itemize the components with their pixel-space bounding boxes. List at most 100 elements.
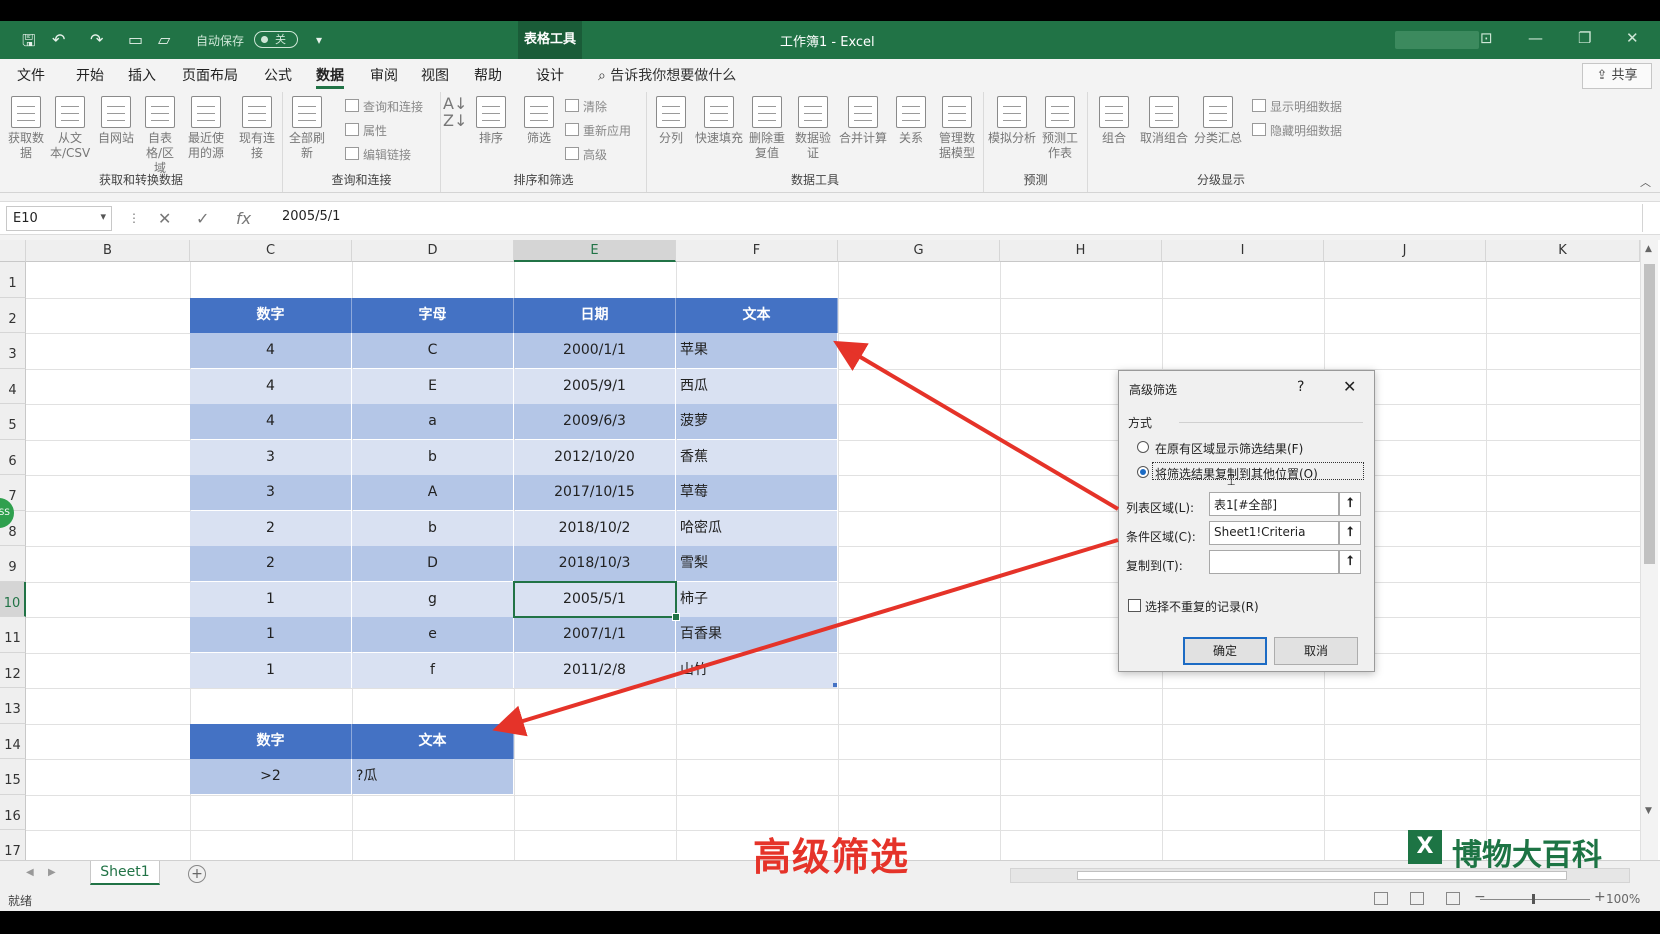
collapse-ribbon-icon[interactable]: ︿ [1640,174,1651,190]
dialog-help-button[interactable]: ? [1297,379,1304,395]
row-header-11[interactable]: 11 [0,617,26,653]
edit-links-button[interactable]: 编辑链接 [345,146,411,163]
ok-button[interactable]: 确定 [1183,637,1267,665]
table-cell[interactable]: 雪梨 [676,546,838,581]
ungroup-button[interactable]: 取消组合 [1138,96,1190,146]
text-to-columns-button[interactable]: 分列 [651,96,691,146]
list-range-input[interactable]: 表1[#全部] [1209,492,1339,516]
properties-button[interactable]: 属性 [345,122,387,139]
cancel-entry-icon[interactable]: ✕ [158,209,171,228]
ribbon-display-options-icon[interactable]: ⊡ [1480,29,1493,47]
restore-icon[interactable]: ❐ [1578,29,1591,47]
tab-formulas[interactable]: 公式 [264,65,292,89]
name-box[interactable]: E10 [6,206,112,231]
table-cell[interactable]: b [352,510,514,546]
customize-qat-icon[interactable]: ▾ [316,33,322,47]
zoom-in-icon[interactable]: + [1594,889,1606,905]
page-layout-view-icon[interactable] [1410,892,1424,905]
table-cell[interactable]: 1 [190,581,352,617]
list-range-collapse-icon[interactable]: ⭡ [1339,492,1361,516]
select-all-corner[interactable] [0,240,26,262]
table-cell[interactable]: 2007/1/1 [514,617,676,652]
table-cell[interactable]: g [352,581,514,617]
selected-cell[interactable] [513,580,680,621]
row-header-4[interactable]: 4 [0,368,26,404]
criteria-cell[interactable]: >2 [190,759,352,794]
table-cell[interactable]: 4 [190,368,352,404]
tab-page-layout[interactable]: 页面布局 [182,65,238,89]
dialog-close-icon[interactable]: ✕ [1343,377,1356,396]
table-cell[interactable]: 百香果 [676,617,838,652]
table-cell[interactable]: b [352,439,514,475]
from-text-button[interactable]: 从文本/CSV [50,96,90,161]
table-cell[interactable]: 2005/9/1 [514,368,676,404]
column-header-j[interactable]: J [1324,240,1486,262]
unique-records-label[interactable]: 选择不重复的记录(R) [1145,598,1259,615]
table-cell[interactable]: D [352,546,514,581]
tab-data[interactable]: 数据 [316,65,344,89]
group-button[interactable]: 组合 [1094,96,1134,146]
column-header-g[interactable]: G [838,240,1000,262]
table-cell[interactable]: 柿子 [676,581,838,617]
table-cell[interactable]: 苹果 [676,333,838,368]
table-cell[interactable]: 1 [190,652,352,688]
existing-connections-button[interactable]: 现有连接 [237,96,277,161]
column-header-b[interactable]: B [26,240,190,262]
reapply-button[interactable]: 重新应用 [565,122,631,139]
table-cell[interactable]: 菠萝 [676,404,838,439]
consolidate-button[interactable]: 合并计算 [839,96,887,146]
column-header-h[interactable]: H [1000,240,1162,262]
table-cell[interactable]: E [352,368,514,404]
table-cell[interactable]: 2011/2/8 [514,652,676,688]
normal-view-icon[interactable] [1374,892,1388,905]
tab-review[interactable]: 审阅 [370,65,398,89]
row-header-9[interactable]: 9 [0,546,26,582]
table-header-cell[interactable]: 字母 [352,297,514,333]
open-file-icon[interactable]: ▱ [158,30,170,49]
option-copy-to-label[interactable]: 将筛选结果复制到其他位置(O) [1155,465,1318,482]
table-cell[interactable]: 2012/10/20 [514,439,676,475]
what-if-button[interactable]: 模拟分析 [988,96,1036,146]
row-header-12[interactable]: 12 [0,652,26,688]
unique-records-checkbox[interactable] [1128,599,1141,612]
table-header-cell[interactable]: 文本 [676,297,838,333]
row-header-2[interactable]: 2 [0,297,26,333]
account-avatar[interactable] [1395,31,1479,49]
cancel-button[interactable]: 取消 [1274,637,1358,665]
recent-sources-button[interactable]: 最近使用的源 [186,96,226,161]
show-detail-button[interactable]: 显示明细数据 [1252,98,1342,115]
column-header-c[interactable]: C [190,240,352,262]
tab-view[interactable]: 视图 [421,65,449,89]
forecast-sheet-button[interactable]: 预测工作表 [1040,96,1080,161]
table-cell[interactable]: 2018/10/3 [514,546,676,581]
prev-sheet-icon[interactable]: ◀ [26,867,34,878]
tab-file[interactable]: 文件 [17,65,45,89]
table-cell[interactable]: 草莓 [676,475,838,510]
table-cell[interactable]: f [352,652,514,688]
option-copy-to-radio[interactable] [1137,466,1149,478]
queries-connections-button[interactable]: 查询和连接 [345,98,423,115]
criteria-header-cell[interactable]: 数字 [190,723,352,759]
table-cell[interactable]: e [352,617,514,652]
table-cell[interactable]: A [352,475,514,510]
vertical-scrollbar[interactable]: ▲ ▼ [1640,240,1658,860]
relationships-button[interactable]: 关系 [891,96,931,146]
scroll-down-icon[interactable]: ▼ [1645,806,1652,816]
tab-design[interactable]: 设计 [536,65,564,89]
sheet-tab-sheet1[interactable]: Sheet1 [90,861,160,885]
column-header-k[interactable]: K [1486,240,1640,262]
table-cell[interactable]: 1 [190,617,352,652]
table-cell[interactable]: 4 [190,404,352,439]
tab-help[interactable]: 帮助 [474,65,502,89]
formula-input[interactable]: 2005/5/1 [268,204,1643,232]
table-cell[interactable]: 2017/10/15 [514,475,676,510]
window-close-icon[interactable]: ✕ [1626,29,1639,47]
table-cell[interactable]: 哈密瓜 [676,510,838,546]
sort-az-button[interactable]: A↓ Z↓ [443,96,467,130]
undo-icon[interactable]: ↶ [52,30,65,49]
page-break-view-icon[interactable] [1446,892,1460,905]
row-header-13[interactable]: 13 [0,688,26,724]
flash-fill-button[interactable]: 快速填充 [695,96,743,146]
criteria-cell[interactable]: ?瓜 [352,759,514,794]
table-cell[interactable]: 香蕉 [676,439,838,475]
